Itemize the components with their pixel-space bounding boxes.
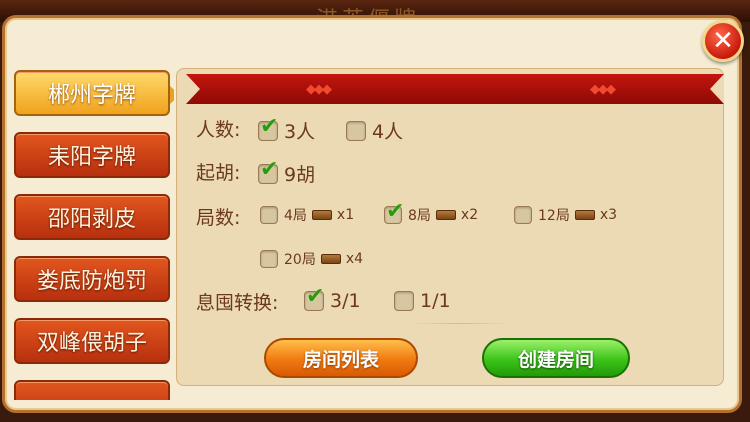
tab-chenzhou-zipai[interactable]: 郴州字牌 — [14, 70, 174, 116]
checkmark-icon: ✔ — [306, 284, 325, 309]
option-4-rounds[interactable]: 4局 x1 — [260, 205, 354, 225]
option-3-players[interactable]: ✔ 3人 — [258, 115, 315, 144]
conversion-label: 息囤转换: — [196, 292, 279, 314]
option-4-players[interactable]: 4人 — [346, 117, 403, 144]
tab-loudi-fangpaofa[interactable]: 娄底防炮罚 — [14, 256, 170, 302]
option-conversion-3-1[interactable]: ✔ 3/1 — [304, 286, 361, 312]
checkbox[interactable]: ✔ — [304, 286, 324, 311]
checkbox[interactable]: ✔ — [258, 158, 278, 184]
option-conversion-1-1[interactable]: 1/1 — [394, 290, 451, 312]
close-button[interactable]: ✕ — [702, 20, 744, 62]
option-20-rounds[interactable]: 20局 x4 — [260, 249, 363, 269]
room-list-button[interactable]: 房间列表 — [264, 338, 418, 378]
checkmark-icon: ✔ — [260, 156, 279, 182]
diamond-ornament-icon: ◆◆◆ — [590, 82, 616, 97]
header-ribbon: ◆◆◆ ◆◆◆ — [186, 74, 724, 104]
tab-more-partial[interactable] — [14, 380, 170, 400]
checkbox[interactable] — [514, 206, 532, 224]
tab-leiyang-zipai[interactable]: 耒阳字牌 — [14, 132, 170, 178]
diamond-ornament-icon: ◆◆◆ — [306, 82, 332, 97]
create-room-button[interactable]: 创建房间 — [482, 338, 630, 378]
settings-panel — [176, 68, 724, 386]
room-card-icon — [320, 254, 341, 264]
checkbox[interactable] — [394, 291, 414, 311]
tab-shaoyang-bopi[interactable]: 邵阳剥皮 — [14, 194, 170, 240]
option-8-rounds[interactable]: ✔ 8局 x2 — [384, 201, 478, 225]
checkbox[interactable]: ✔ — [258, 115, 278, 141]
room-card-icon — [435, 210, 456, 220]
checkmark-icon: ✔ — [386, 199, 405, 224]
option-9-hu[interactable]: ✔ 9胡 — [258, 158, 315, 187]
players-label: 人数: — [196, 119, 241, 141]
room-card-icon — [311, 210, 332, 220]
start-hu-label: 起胡: — [196, 162, 241, 184]
rounds-label: 局数: — [196, 207, 241, 229]
checkbox[interactable]: ✔ — [384, 201, 404, 224]
checkbox[interactable] — [346, 120, 366, 141]
tab-shuangfeng-weihuzi[interactable]: 双峰偎胡子 — [14, 318, 170, 364]
checkmark-icon: ✔ — [260, 113, 279, 139]
option-12-rounds[interactable]: 12局 x3 — [514, 205, 617, 225]
ornament-divider — [410, 320, 510, 328]
game-type-tabs: 郴州字牌 耒阳字牌 邵阳剥皮 娄底防炮罚 双峰偎胡子 — [14, 70, 174, 400]
checkbox[interactable] — [260, 250, 278, 268]
close-icon: ✕ — [712, 26, 734, 56]
room-card-icon — [574, 210, 595, 220]
checkbox[interactable] — [260, 206, 278, 224]
